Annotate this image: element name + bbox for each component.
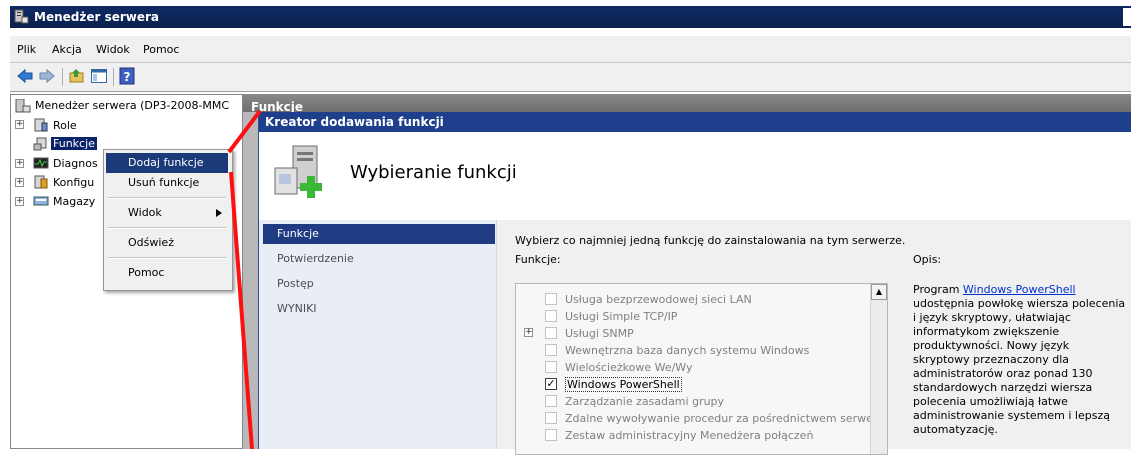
wizard-heading: Wybieranie funkcji xyxy=(350,162,517,183)
wizard-titlebar[interactable]: Kreator dodawania funkcji xyxy=(259,112,1131,132)
tree-item-role[interactable]: Role xyxy=(53,119,77,132)
description-body: udostępnia powłokę wiersza polecenia i j… xyxy=(913,297,1126,436)
menu-item-label: Widok xyxy=(128,206,162,219)
diagnostics-icon xyxy=(33,157,49,169)
expand-icon[interactable]: + xyxy=(524,328,533,337)
configuration-icon xyxy=(34,175,48,189)
feature-checkbox[interactable] xyxy=(545,327,557,339)
features-list[interactable]: Usługa bezprzewodowej sieci LAN Usługi S… xyxy=(515,283,888,455)
feature-checkbox[interactable] xyxy=(545,293,557,305)
features-scrollbar[interactable]: ▲ xyxy=(870,284,887,454)
server-manager-icon xyxy=(15,99,31,113)
expand-icon[interactable]: + xyxy=(15,120,24,129)
menu-item-label: Pomoc xyxy=(128,266,165,279)
tree-root-label[interactable]: Menedżer serwera (DP3-2008-MMC xyxy=(35,99,229,112)
console-tree-icon[interactable] xyxy=(90,67,108,85)
menu-separator xyxy=(108,227,226,229)
wizard-nav-funkcje[interactable]: Funkcje xyxy=(263,224,495,244)
feature-checkbox-checked[interactable]: ✓ xyxy=(545,378,557,390)
wizard-content: Wybierz co najmniej jedną funkcję do zai… xyxy=(497,220,1131,455)
menu-item-dodaj-funkcje[interactable]: Dodaj funkcje xyxy=(106,153,228,173)
add-features-wizard: Kreator dodawania funkcji Wybieranie fun… xyxy=(258,112,1131,455)
feature-checkbox[interactable] xyxy=(545,429,557,441)
feature-checkbox[interactable] xyxy=(545,344,557,356)
menu-item-pomoc[interactable]: Pomoc xyxy=(106,263,228,283)
toolbar: ? xyxy=(10,63,1131,92)
description-text: Program Windows PowerShell udostępnia po… xyxy=(913,283,1127,437)
back-icon[interactable] xyxy=(16,67,34,85)
description-label: Opis: xyxy=(913,253,942,266)
toolbar-separator xyxy=(113,68,114,86)
features-label: Funkcje: xyxy=(515,253,561,266)
result-pane-header: Funkcje xyxy=(243,94,1131,112)
menu-item-usun-funkcje[interactable]: Usuń funkcje xyxy=(106,173,228,193)
storage-icon xyxy=(33,196,49,206)
feature-label: Usługi SNMP xyxy=(565,327,634,340)
nav-label: Postęp xyxy=(277,277,314,290)
feature-label: Wewnętrzna baza danych systemu Windows xyxy=(565,344,810,357)
menu-akcja[interactable]: Akcja xyxy=(52,43,82,56)
menu-item-label: Usuń funkcje xyxy=(128,176,200,189)
feature-checkbox[interactable] xyxy=(545,361,557,373)
wizard-title: Kreator dodawania funkcji xyxy=(265,115,444,129)
result-pane-title: Funkcje xyxy=(251,100,304,112)
expand-icon[interactable]: + xyxy=(15,159,24,168)
roles-icon xyxy=(34,118,48,132)
menu-item-label: Dodaj funkcje xyxy=(128,156,204,169)
feature-label: Windows PowerShell xyxy=(565,377,682,392)
scroll-up-icon[interactable]: ▲ xyxy=(871,284,887,300)
wizard-nav: Funkcje Potwierdzenie Postęp WYNIKI xyxy=(259,220,497,449)
feature-label: Zestaw administracyjny Menedżera połącze… xyxy=(565,429,814,442)
feature-label: Wielościeżkowe We/Wy xyxy=(565,361,693,374)
server-manager-icon xyxy=(14,9,29,24)
description-prefix: Program xyxy=(913,283,963,296)
tree-item-diagnos[interactable]: Diagnos xyxy=(53,157,98,170)
tree-item-konfigu[interactable]: Konfigu xyxy=(53,176,94,189)
wizard-nav-potwierdzenie[interactable]: Potwierdzenie xyxy=(263,249,495,269)
submenu-arrow-icon xyxy=(216,209,222,217)
window-title: Menedżer serwera xyxy=(34,10,160,24)
nav-label: Potwierdzenie xyxy=(277,252,354,265)
wizard-header: Wybieranie funkcji xyxy=(259,132,1131,221)
forward-icon[interactable] xyxy=(38,67,56,85)
feature-label: Zdalne wywoływanie procedur za pośrednic… xyxy=(565,412,885,425)
tree-item-funkcje[interactable]: Funkcje xyxy=(51,137,97,150)
features-icon xyxy=(33,137,47,151)
menu-pomoc[interactable]: Pomoc xyxy=(143,43,179,56)
help-icon[interactable]: ? xyxy=(118,67,136,85)
nav-label: WYNIKI xyxy=(277,302,317,315)
menu-bar: Plik Akcja Widok Pomoc xyxy=(10,36,1131,63)
window-titlebar[interactable]: Menedżer serwera xyxy=(10,6,1131,28)
feature-checkbox[interactable] xyxy=(545,412,557,424)
feature-checkbox[interactable] xyxy=(545,395,557,407)
toolbar-separator xyxy=(62,68,63,86)
feature-label: Usługa bezprzewodowej sieci LAN xyxy=(565,293,752,306)
svg-text:?: ? xyxy=(124,70,131,84)
menu-item-widok[interactable]: Widok xyxy=(106,203,228,223)
expand-icon[interactable]: + xyxy=(15,197,24,206)
instruction-text: Wybierz co najmniej jedną funkcję do zai… xyxy=(515,234,906,247)
menu-plik[interactable]: Plik xyxy=(17,43,36,56)
menu-separator xyxy=(108,257,226,259)
powershell-link[interactable]: Windows PowerShell xyxy=(963,283,1076,296)
add-feature-icon xyxy=(274,145,322,198)
menu-item-odswiez[interactable]: Odśwież xyxy=(106,233,228,253)
feature-checkbox[interactable] xyxy=(545,310,557,322)
menu-widok[interactable]: Widok xyxy=(96,43,130,56)
expand-icon[interactable]: + xyxy=(15,178,24,187)
feature-label: Zarządzanie zasadami grupy xyxy=(565,395,725,408)
menu-separator xyxy=(108,197,226,199)
window-close-edge[interactable] xyxy=(1123,8,1131,26)
feature-label: Usługi Simple TCP/IP xyxy=(565,310,678,323)
menu-item-label: Odśwież xyxy=(128,236,174,249)
wizard-nav-postep[interactable]: Postęp xyxy=(263,274,495,294)
nav-label: Funkcje xyxy=(277,227,319,240)
wizard-nav-wyniki[interactable]: WYNIKI xyxy=(263,299,495,319)
up-folder-icon[interactable] xyxy=(68,67,86,85)
context-menu: Dodaj funkcje Usuń funkcje Widok Odśwież… xyxy=(103,149,233,291)
tree-item-magazy[interactable]: Magazy xyxy=(53,195,95,208)
